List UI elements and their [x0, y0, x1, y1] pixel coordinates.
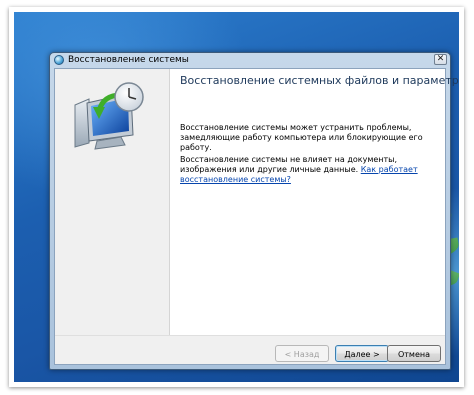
side-panel [55, 69, 170, 335]
button-bar: < Назад Далее > Отмена [55, 335, 445, 364]
back-button[interactable]: < Назад [275, 345, 329, 362]
desktop-background: Восстановление системы ✕ Восстановление … [14, 12, 459, 382]
content-pane: Восстановление системных файлов и параме… [170, 69, 459, 335]
system-restore-dialog: Восстановление системы ✕ Восстановление … [49, 52, 459, 370]
system-restore-icon [54, 55, 64, 65]
page-heading: Восстановление системных файлов и параме… [180, 74, 459, 87]
info-text: Восстановление системы не влияет на доку… [180, 155, 432, 185]
description-text: Восстановление системы может устранить п… [180, 123, 423, 152]
title-bar[interactable]: Восстановление системы ✕ [50, 53, 450, 67]
dialog-client-area: Восстановление системных файлов и параме… [54, 68, 459, 365]
cancel-button[interactable]: Отмена [387, 345, 441, 362]
next-button[interactable]: Далее > [335, 345, 389, 362]
window-title: Восстановление системы [68, 55, 189, 65]
close-button[interactable]: ✕ [434, 54, 447, 65]
computer-clock-restore-icon [74, 82, 144, 150]
